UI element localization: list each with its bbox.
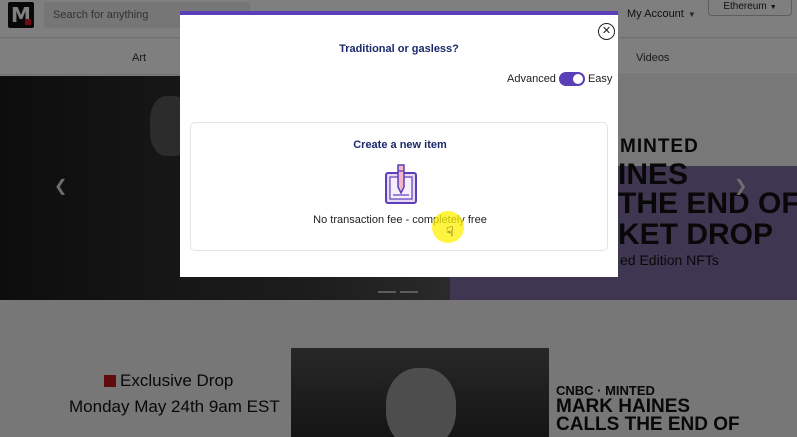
toggle-label-advanced[interactable]: Advanced	[507, 73, 556, 85]
modal-title: Traditional or gasless?	[339, 43, 459, 55]
toggle-label-easy[interactable]: Easy	[588, 73, 612, 85]
card-title: Create a new item	[353, 139, 447, 151]
mint-type-modal: ✕ Traditional or gasless? Advanced Easy …	[180, 11, 618, 277]
close-icon[interactable]: ✕	[598, 23, 615, 40]
card-description: No transaction fee - completely free	[313, 214, 487, 226]
create-item-card[interactable]: Create a new item No transaction fee - c…	[190, 122, 608, 251]
mode-toggle-switch[interactable]	[558, 72, 585, 86]
nft-card-pencil-icon	[385, 164, 417, 204]
toggle-knob	[572, 74, 583, 84]
mode-toggle-row: Advanced Easy	[507, 72, 612, 86]
hand-pointer-icon: ☟	[446, 224, 454, 239]
